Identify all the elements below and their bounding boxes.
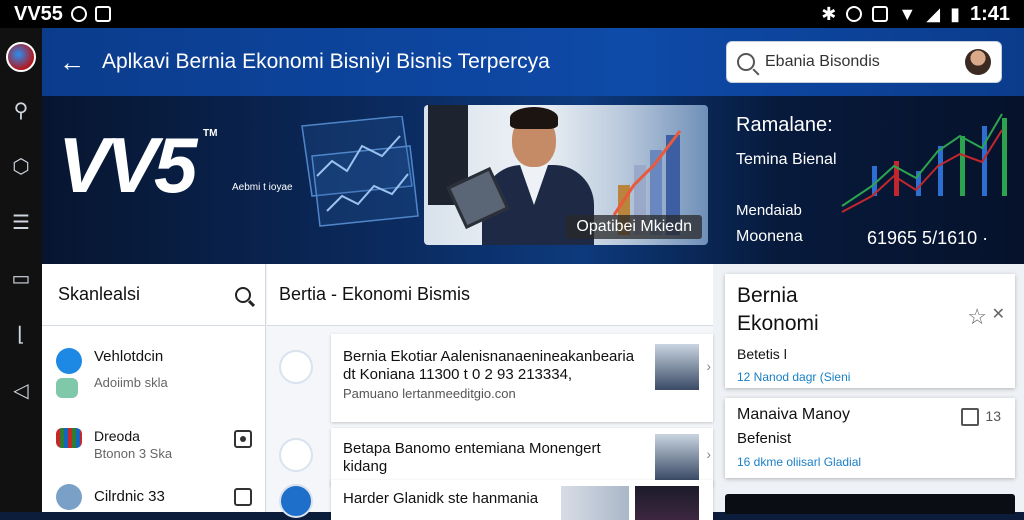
left-panel-title: Skanlealsi xyxy=(58,284,141,304)
menu-icon[interactable]: ☰ xyxy=(10,204,32,240)
news-card[interactable]: Bernia Ekotiar Aalenisnanaenineakanbeari… xyxy=(331,334,713,422)
status-time: 1:41 xyxy=(969,2,1010,25)
news-card[interactable]: Harder Glanidk ste hanmania xyxy=(331,480,713,520)
news-thumbnail xyxy=(635,486,699,520)
search-icon[interactable] xyxy=(235,286,251,303)
checkbox[interactable] xyxy=(234,488,252,506)
card-link[interactable]: 12 Nanod dagr (Sieni xyxy=(737,370,1003,384)
search-icon[interactable]: ⚲ xyxy=(10,92,32,128)
search-input[interactable]: Ebania Bisondis xyxy=(765,53,955,71)
card-count: 13 xyxy=(985,408,1001,424)
lock-icon xyxy=(56,348,82,374)
status-brand: VV55 xyxy=(14,2,63,25)
center-panel: Bertia - Ekonomi Bismis Bernia Ekotiar A… xyxy=(267,264,713,520)
brand-logo: VV5 TM xyxy=(58,121,218,209)
brand-subtitle: Aebmi t ioyae xyxy=(232,182,293,193)
card-subtitle: Betetis l xyxy=(737,346,787,362)
bird-icon xyxy=(279,350,313,384)
avatar[interactable] xyxy=(965,49,991,75)
app-logo-icon[interactable] xyxy=(6,42,36,72)
facts-number: 61965 5/1610 · xyxy=(867,228,989,248)
hexagon-icon[interactable]: ⬡ xyxy=(10,148,32,184)
wifi-icon: ▼ xyxy=(898,3,917,24)
list-item[interactable]: Cilrdnic 33 xyxy=(56,484,165,510)
news-title: Harder Glanidk ste hanmania xyxy=(343,490,539,507)
list-item-subtitle: Btonon 3 Ska xyxy=(94,446,173,461)
nfc-icon xyxy=(872,6,889,22)
list-item-title: Vehlotdcin xyxy=(94,348,164,365)
hero-banner[interactable]: VV5 TM Aebmi t ioyae Opatibei Mkiedn Rama… xyxy=(42,96,1024,264)
left-panel: Skanlealsi Vehlotdcin Adoiimb skla Dreod… xyxy=(42,264,266,512)
bottom-bar xyxy=(725,494,1015,514)
list-item[interactable]: Vehlotdcin Adoiimb skla xyxy=(56,348,168,398)
news-title: Betapa Banomo entemiana Monengert kidang xyxy=(343,440,601,475)
facts-line-3: Moonena xyxy=(736,228,803,245)
record-icon xyxy=(70,6,87,22)
battery-icon: ▮ xyxy=(950,3,960,24)
chevron-right-icon[interactable]: › xyxy=(706,358,711,374)
photo-caption: Opatibei Mkiedn xyxy=(566,215,702,239)
notification-icon xyxy=(94,6,111,22)
list-item[interactable]: Dreoda Btonon 3 Ska xyxy=(56,428,172,461)
card-subtitle: Befenist xyxy=(737,430,792,447)
pie-icon xyxy=(279,484,313,518)
close-icon[interactable]: ✕ xyxy=(992,304,1005,324)
chevron-right-icon[interactable]: › xyxy=(706,446,711,462)
dashboard-illustration xyxy=(301,116,419,227)
camera-icon xyxy=(56,484,82,510)
news-thumbnail xyxy=(561,486,629,520)
news-card[interactable]: Manaiva Manoy Befenist 16 dkme oliisarl … xyxy=(725,398,1015,478)
card-title-line-2: Ekonomi xyxy=(737,312,819,335)
back-arrow-icon[interactable]: ← xyxy=(42,28,102,96)
left-panel-header: Skanlealsi xyxy=(42,264,265,326)
card-title-line-1: Bernia xyxy=(737,284,798,307)
page-title: Aplkavi Bernia Ekonomi Bisniyi Bisnis Te… xyxy=(102,50,550,73)
featured-card[interactable]: Bernia Ekonomi Betetis l 12 Nanod dagr (… xyxy=(725,274,1015,388)
news-line: dt Koniana 11300 t 0 2 93 213334, xyxy=(343,366,573,383)
doc-icon xyxy=(56,378,78,398)
app-bar: ← Aplkavi Bernia Ekonomi Bisniyi Bisnis … xyxy=(42,28,1024,96)
star-icon[interactable]: ☆ xyxy=(967,304,987,330)
checkbox[interactable] xyxy=(961,408,979,426)
hero-photo: Opatibei Mkiedn xyxy=(424,105,708,245)
news-thumbnail xyxy=(655,434,699,480)
content-area: Skanlealsi Vehlotdcin Adoiimb skla Dreod… xyxy=(42,264,1024,520)
center-panel-title: Bertia - Ekonomi Bismis xyxy=(267,264,713,326)
side-rail: ⚲ ⬡ ☰ ▭ ⌊ ◁ xyxy=(0,28,42,512)
signal-icon: ◢ xyxy=(926,3,941,24)
back-nav-icon[interactable]: ◁ xyxy=(10,372,32,408)
chart-icon xyxy=(56,428,82,448)
news-card[interactable]: Betapa Banomo entemiana Monengert kidang… xyxy=(331,428,713,494)
trend-graphic xyxy=(841,113,1007,213)
list-item-title: Cilrdnic 33 xyxy=(94,488,165,505)
bluetooth-icon: ✱ xyxy=(821,3,837,24)
chat-icon[interactable]: ▭ xyxy=(10,260,32,296)
search-bar[interactable]: Ebania Bisondis xyxy=(726,41,1002,83)
status-bar: VV55 ✱ ▼ ◢ ▮ 1:41 xyxy=(0,0,1024,28)
list-item-subtitle: Adoiimb skla xyxy=(94,375,168,390)
news-subtitle: Pamuano lertanmeeditgio.con xyxy=(343,386,516,401)
checkbox[interactable] xyxy=(234,430,252,448)
alarm-icon xyxy=(846,6,863,22)
facts-line-2: Mendaiab xyxy=(736,202,802,219)
list-item-title: Dreoda xyxy=(94,428,140,444)
bookmark-icon[interactable]: ⌊ xyxy=(10,316,32,352)
news-thumbnail xyxy=(655,344,699,390)
pyramid-icon xyxy=(279,438,313,472)
card-link[interactable]: 16 dkme oliisarl Gladial xyxy=(737,455,1003,469)
news-title: Bernia Ekotiar Aalenisnanaenineakanbeari… xyxy=(343,348,635,365)
search-icon xyxy=(737,53,755,71)
right-panel: Bernia Ekonomi Betetis l 12 Nanod dagr (… xyxy=(725,274,1015,514)
